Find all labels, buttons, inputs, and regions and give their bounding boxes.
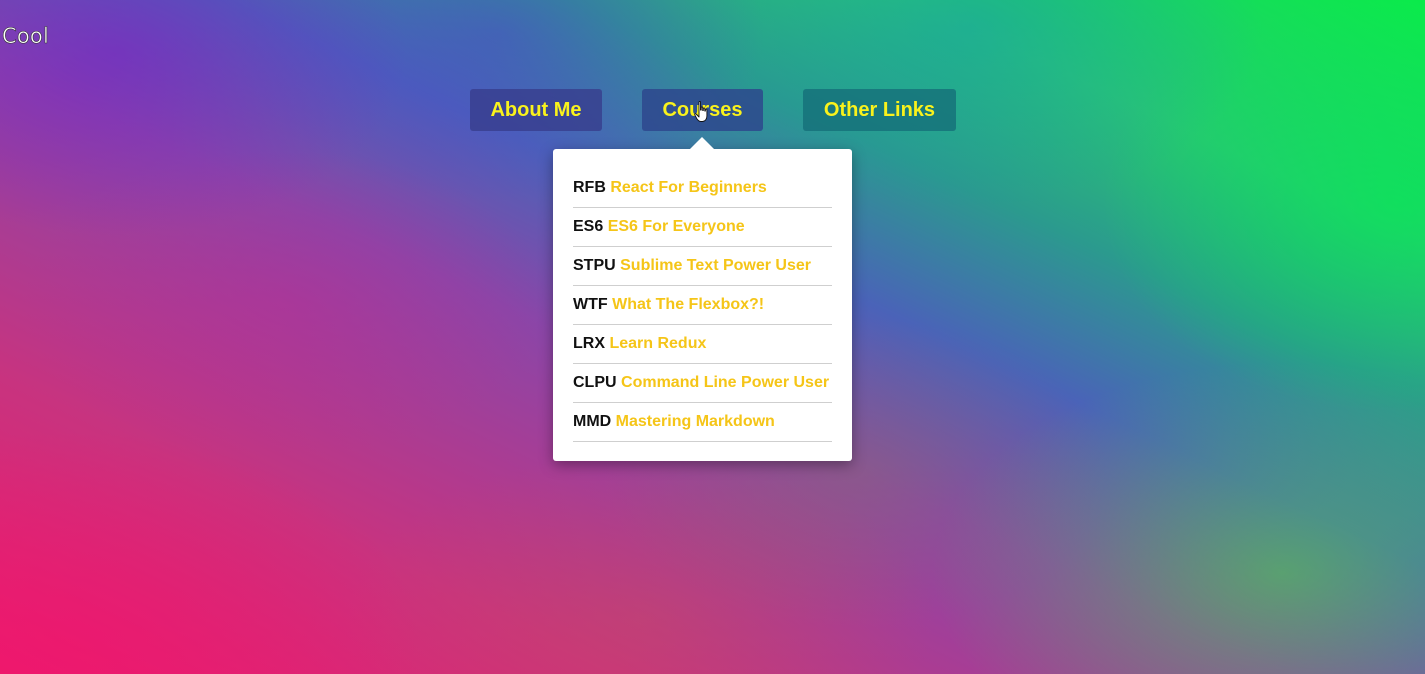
course-code: CLPU xyxy=(573,374,617,391)
course-code: RFB xyxy=(573,179,606,196)
course-link[interactable]: Sublime Text Power User xyxy=(620,257,811,274)
course-item[interactable]: CLPU Command Line Power User xyxy=(573,364,832,403)
course-code: MMD xyxy=(573,413,612,430)
course-item[interactable]: MMD Mastering Markdown xyxy=(573,403,832,442)
course-list: RFB React For Beginners ES6 ES6 For Ever… xyxy=(573,169,832,442)
nav-about-me[interactable]: About Me xyxy=(470,89,602,131)
site-title: Cool xyxy=(2,24,49,49)
course-code: LRX xyxy=(573,335,605,352)
course-code: ES6 xyxy=(573,218,604,235)
course-link[interactable]: ES6 For Everyone xyxy=(608,218,745,235)
course-link[interactable]: Command Line Power User xyxy=(621,374,829,391)
course-code: STPU xyxy=(573,257,616,274)
course-item[interactable]: ES6 ES6 For Everyone xyxy=(573,208,832,247)
course-link[interactable]: What The Flexbox?! xyxy=(612,296,764,313)
course-link[interactable]: React For Beginners xyxy=(610,179,766,196)
course-item[interactable]: RFB React For Beginners xyxy=(573,169,832,208)
course-link[interactable]: Learn Redux xyxy=(609,335,706,352)
course-item[interactable]: WTF What The Flexbox?! xyxy=(573,286,832,325)
nav-other-links[interactable]: Other Links xyxy=(803,89,956,131)
course-code: WTF xyxy=(573,296,608,313)
course-item[interactable]: LRX Learn Redux xyxy=(573,325,832,364)
course-item[interactable]: STPU Sublime Text Power User xyxy=(573,247,832,286)
course-link[interactable]: Mastering Markdown xyxy=(616,413,775,430)
pointer-hand-icon xyxy=(694,101,708,122)
courses-dropdown: RFB React For Beginners ES6 ES6 For Ever… xyxy=(553,137,852,461)
